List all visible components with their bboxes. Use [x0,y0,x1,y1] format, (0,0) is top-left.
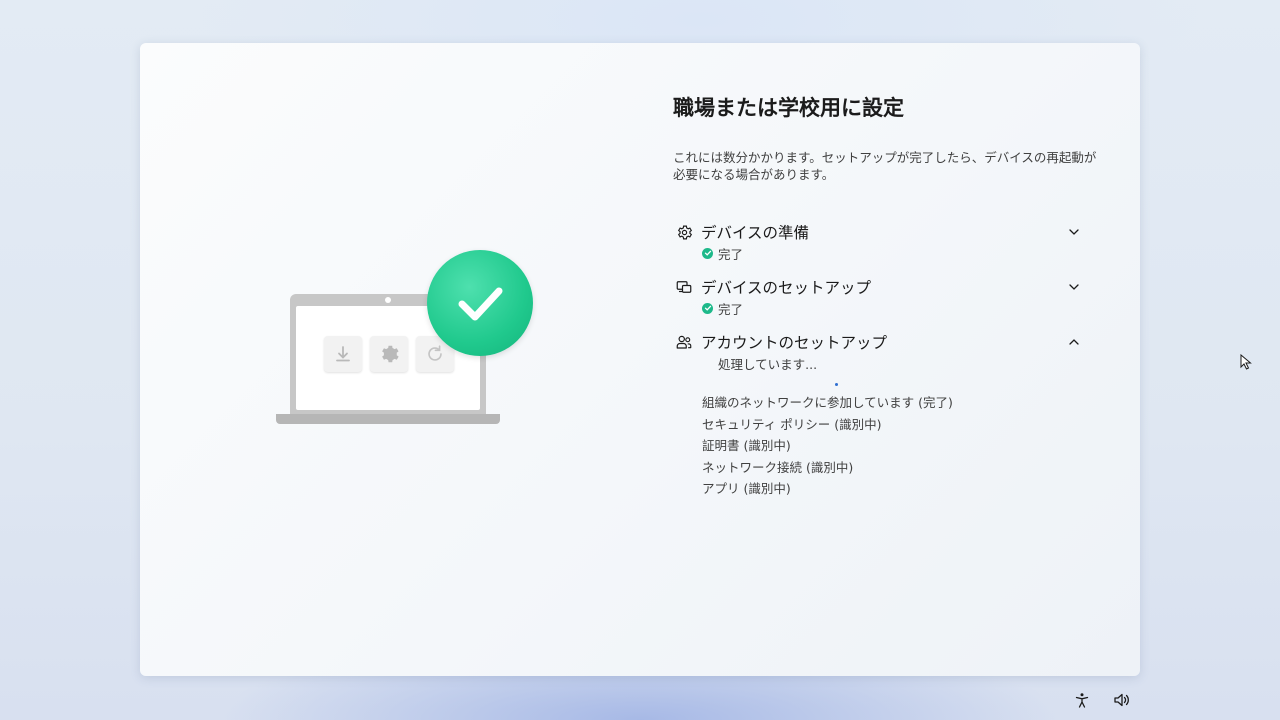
check-circle-icon [702,247,713,259]
list-item: ネットワーク接続 (識別中) [702,459,854,475]
success-check-icon [427,250,533,356]
step-header[interactable]: アカウントのセットアップ [673,331,1083,353]
setup-window: 職場または学校用に設定 これには数分かかります。セットアップが完了したら、デバイ… [140,43,1140,676]
people-icon [673,331,695,353]
list-item: セキュリティ ポリシー (識別中) [702,416,882,432]
list-item: 組織のネットワークに参加しています (完了) [702,395,953,410]
progress-spinner [835,383,838,386]
step-title: デバイスの準備 [701,224,810,242]
step-status-text: 完了 [718,301,744,317]
step-title: アカウントのセットアップ [701,334,888,352]
page-description: これには数分かかります。セットアップが完了したら、デバイスの再起動が必要になる場… [673,150,1097,182]
gear-icon [370,336,408,372]
step-device-setup[interactable]: デバイスのセットアップ 完了 [673,276,1083,317]
devices-icon [673,276,695,298]
step-status: 処理しています... [702,354,1083,372]
laptop-camera [385,297,391,303]
step-title: デバイスのセットアップ [701,279,872,297]
laptop-base [276,414,500,424]
chevron-up-icon[interactable] [1065,333,1083,351]
step-header[interactable]: デバイスの準備 [673,221,1083,243]
gear-icon [673,221,695,243]
chevron-down-icon[interactable] [1065,278,1083,296]
check-circle-icon [702,302,713,314]
mouse-cursor-icon [1240,353,1252,370]
step-account-setup[interactable]: アカウントのセットアップ 処理しています... [673,331,1083,372]
list-item: アプリ (識別中) [702,481,791,497]
volume-icon[interactable] [1113,691,1131,709]
list-item: 証明書 (識別中) [702,438,791,454]
download-icon [324,336,362,372]
step-status: 完了 [702,244,1083,262]
step-status-text: 処理しています... [718,356,818,372]
accessibility-icon[interactable] [1073,691,1091,709]
step-device-preparation[interactable]: デバイスの準備 完了 [673,221,1083,262]
account-substeps-list: 組織のネットワークに参加しています (完了) セキュリティ ポリシー (識別中)… [702,392,953,500]
step-header[interactable]: デバイスのセットアップ [673,276,1083,298]
setup-illustration [276,250,536,430]
chevron-down-icon[interactable] [1065,223,1083,241]
step-status-text: 完了 [718,246,744,262]
step-status: 完了 [702,299,1083,317]
page-title: 職場または学校用に設定 [673,96,904,120]
